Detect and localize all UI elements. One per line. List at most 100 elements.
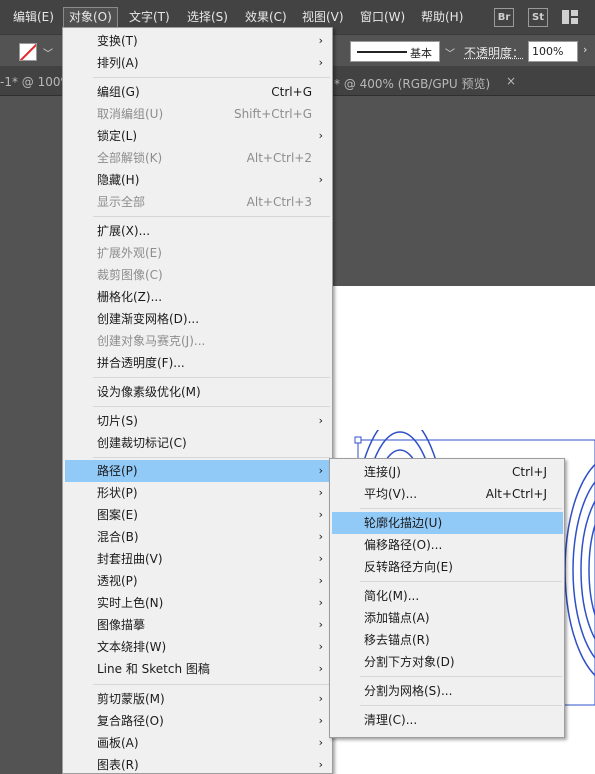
- stock-button[interactable]: St: [528, 8, 548, 27]
- menu-item-clean-up[interactable]: 清理(C)...: [332, 709, 563, 731]
- menu-separator: [93, 684, 330, 685]
- menu-item-transform[interactable]: 变换(T) ›: [65, 30, 331, 52]
- menu-item-compound-path[interactable]: 复合路径(O) ›: [65, 710, 331, 732]
- menu-item-slice[interactable]: 切片(S) ›: [65, 410, 331, 432]
- menu-view[interactable]: 视图(V): [297, 7, 349, 28]
- menu-item-flatten-transparency[interactable]: 拼合透明度(F)...: [65, 352, 331, 374]
- menu-item-pattern[interactable]: 图案(E) ›: [65, 504, 331, 526]
- object-menu-dropdown: 变换(T) › 排列(A) › 编组(G) Ctrl+G 取消编组(U) Shift+C…: [62, 27, 333, 774]
- menu-item-join[interactable]: 连接(J) Ctrl+J: [332, 461, 563, 483]
- menu-item-label: 偏移路径(O)...: [364, 538, 443, 552]
- menu-item-label: 轮廓化描边(U): [364, 516, 443, 530]
- chevron-right-icon: ›: [318, 508, 323, 521]
- menu-window[interactable]: 窗口(W): [355, 7, 410, 28]
- menu-item-crop-image[interactable]: 裁剪图像(C): [65, 264, 331, 286]
- menu-item-create-trim-marks[interactable]: 创建裁切标记(C): [65, 432, 331, 454]
- menu-item-label: 扩展外观(E): [97, 246, 162, 260]
- menu-item-label: 扩展(X)...: [97, 224, 151, 238]
- menu-item-rasterize[interactable]: 栅格化(Z)...: [65, 286, 331, 308]
- menu-item-add-anchor-points[interactable]: 添加锚点(A): [332, 607, 563, 629]
- menu-separator: [360, 676, 562, 677]
- menu-help[interactable]: 帮助(H): [416, 7, 468, 28]
- chevron-right-icon: ›: [318, 129, 323, 142]
- menu-item-graph[interactable]: 图表(R) ›: [65, 754, 331, 774]
- menu-item-label: 混合(B): [97, 530, 139, 544]
- menu-item-average[interactable]: 平均(V)... Alt+Ctrl+J: [332, 483, 563, 505]
- menu-item-label: 隐藏(H): [97, 173, 140, 187]
- menu-item-perspective[interactable]: 透视(P) ›: [65, 570, 331, 592]
- chevron-right-icon: ›: [318, 464, 323, 477]
- chevron-right-icon: ›: [318, 530, 323, 543]
- menu-item-label: 路径(P): [97, 464, 138, 478]
- menu-item-make-pixel-perfect[interactable]: 设为像素级优化(M): [65, 381, 331, 403]
- menu-item-label: 取消编组(U): [97, 107, 164, 121]
- menu-item-label: 创建裁切标记(C): [97, 436, 187, 450]
- menu-item-expand-appearance[interactable]: 扩展外观(E): [65, 242, 331, 264]
- menu-item-split-into-grid[interactable]: 分割为网格(S)...: [332, 680, 563, 702]
- menu-item-ungroup[interactable]: 取消编组(U) Shift+Ctrl+G: [65, 103, 331, 125]
- menu-item-reverse-path-direction[interactable]: 反转路径方向(E): [332, 556, 563, 578]
- stroke-style-label: 基本: [410, 47, 432, 60]
- chevron-right-icon: ›: [318, 34, 323, 47]
- tab-document-2[interactable]: * @ 400% (RGB/GPU 预览): [334, 75, 490, 92]
- chevron-right-icon[interactable]: ›: [583, 43, 587, 56]
- menu-item-image-trace[interactable]: 图像描摹 ›: [65, 614, 331, 636]
- menu-item-outline-stroke[interactable]: 轮廓化描边(U): [332, 512, 563, 534]
- menu-item-shape[interactable]: 形状(P) ›: [65, 482, 331, 504]
- chevron-right-icon: ›: [318, 692, 323, 705]
- opacity-input[interactable]: 100%: [528, 41, 578, 62]
- menu-item-live-paint[interactable]: 实时上色(N) ›: [65, 592, 331, 614]
- chevron-right-icon: ›: [318, 56, 323, 69]
- menu-item-label: 锁定(L): [97, 129, 138, 143]
- stroke-style-dropdown[interactable]: 基本: [350, 41, 440, 62]
- chevron-right-icon: ›: [318, 662, 323, 675]
- menu-item-offset-path[interactable]: 偏移路径(O)...: [332, 534, 563, 556]
- menu-item-arrange[interactable]: 排列(A) ›: [65, 52, 331, 74]
- grid-layout-icon[interactable]: [562, 10, 578, 24]
- menu-item-hide[interactable]: 隐藏(H) ›: [65, 169, 331, 191]
- menu-item-label: 拼合透明度(F)...: [97, 356, 185, 370]
- menu-item-label: 全部解锁(K): [97, 151, 163, 165]
- menu-item-label: 图表(R): [97, 758, 139, 772]
- menu-item-label: 反转路径方向(E): [364, 560, 453, 574]
- chevron-down-icon[interactable]: ﹀: [445, 45, 455, 60]
- menu-item-create-gradient-mesh[interactable]: 创建渐变网格(D)...: [65, 308, 331, 330]
- menu-object[interactable]: 对象(O): [63, 7, 118, 28]
- menu-item-label: 图像描摹: [97, 618, 146, 632]
- menu-item-lock[interactable]: 锁定(L) ›: [65, 125, 331, 147]
- menu-select[interactable]: 选择(S): [182, 7, 233, 28]
- menu-item-create-object-mosaic[interactable]: 创建对象马赛克(J)...: [65, 330, 331, 352]
- menu-item-divide-objects-below[interactable]: 分割下方对象(D): [332, 651, 563, 673]
- chevron-right-icon: ›: [318, 486, 323, 499]
- menu-item-remove-anchor-points[interactable]: 移去锚点(R): [332, 629, 563, 651]
- chevron-right-icon: ›: [318, 640, 323, 653]
- menu-item-expand[interactable]: 扩展(X)...: [65, 220, 331, 242]
- menu-item-group[interactable]: 编组(G) Ctrl+G: [65, 81, 331, 103]
- menu-item-path[interactable]: 路径(P) ›: [65, 460, 331, 482]
- menu-item-shortcut: Ctrl+J: [512, 465, 547, 479]
- menu-separator: [360, 581, 562, 582]
- chevron-right-icon: ›: [318, 736, 323, 749]
- menu-item-blend[interactable]: 混合(B) ›: [65, 526, 331, 548]
- close-icon[interactable]: ×: [506, 74, 516, 88]
- menu-item-text-wrap[interactable]: 文本绕排(W) ›: [65, 636, 331, 658]
- menu-edit[interactable]: 编辑(E): [8, 7, 59, 28]
- chevron-right-icon: ›: [318, 618, 323, 631]
- menu-item-simplify[interactable]: 简化(M)...: [332, 585, 563, 607]
- menu-type[interactable]: 文字(T): [124, 7, 175, 28]
- chevron-right-icon: ›: [318, 758, 323, 771]
- menu-item-label: 连接(J): [364, 465, 401, 479]
- chevron-down-icon[interactable]: ﹀: [43, 45, 53, 60]
- menu-item-unlock-all[interactable]: 全部解锁(K) Alt+Ctrl+2: [65, 147, 331, 169]
- menu-item-label: 编组(G): [97, 85, 140, 99]
- no-fill-swatch-icon[interactable]: [19, 43, 37, 61]
- menu-item-label: 封套扭曲(V): [97, 552, 163, 566]
- menu-item-envelope-distort[interactable]: 封套扭曲(V) ›: [65, 548, 331, 570]
- menu-item-artboards[interactable]: 画板(A) ›: [65, 732, 331, 754]
- opacity-label[interactable]: 不透明度：: [464, 44, 524, 61]
- menu-item-show-all[interactable]: 显示全部 Alt+Ctrl+3: [65, 191, 331, 213]
- menu-effect[interactable]: 效果(C): [240, 7, 292, 28]
- menu-item-clipping-mask[interactable]: 剪切蒙版(M) ›: [65, 688, 331, 710]
- menu-item-line-and-sketch-art[interactable]: Line 和 Sketch 图稿 ›: [65, 658, 331, 680]
- bridge-button[interactable]: Br: [494, 8, 514, 27]
